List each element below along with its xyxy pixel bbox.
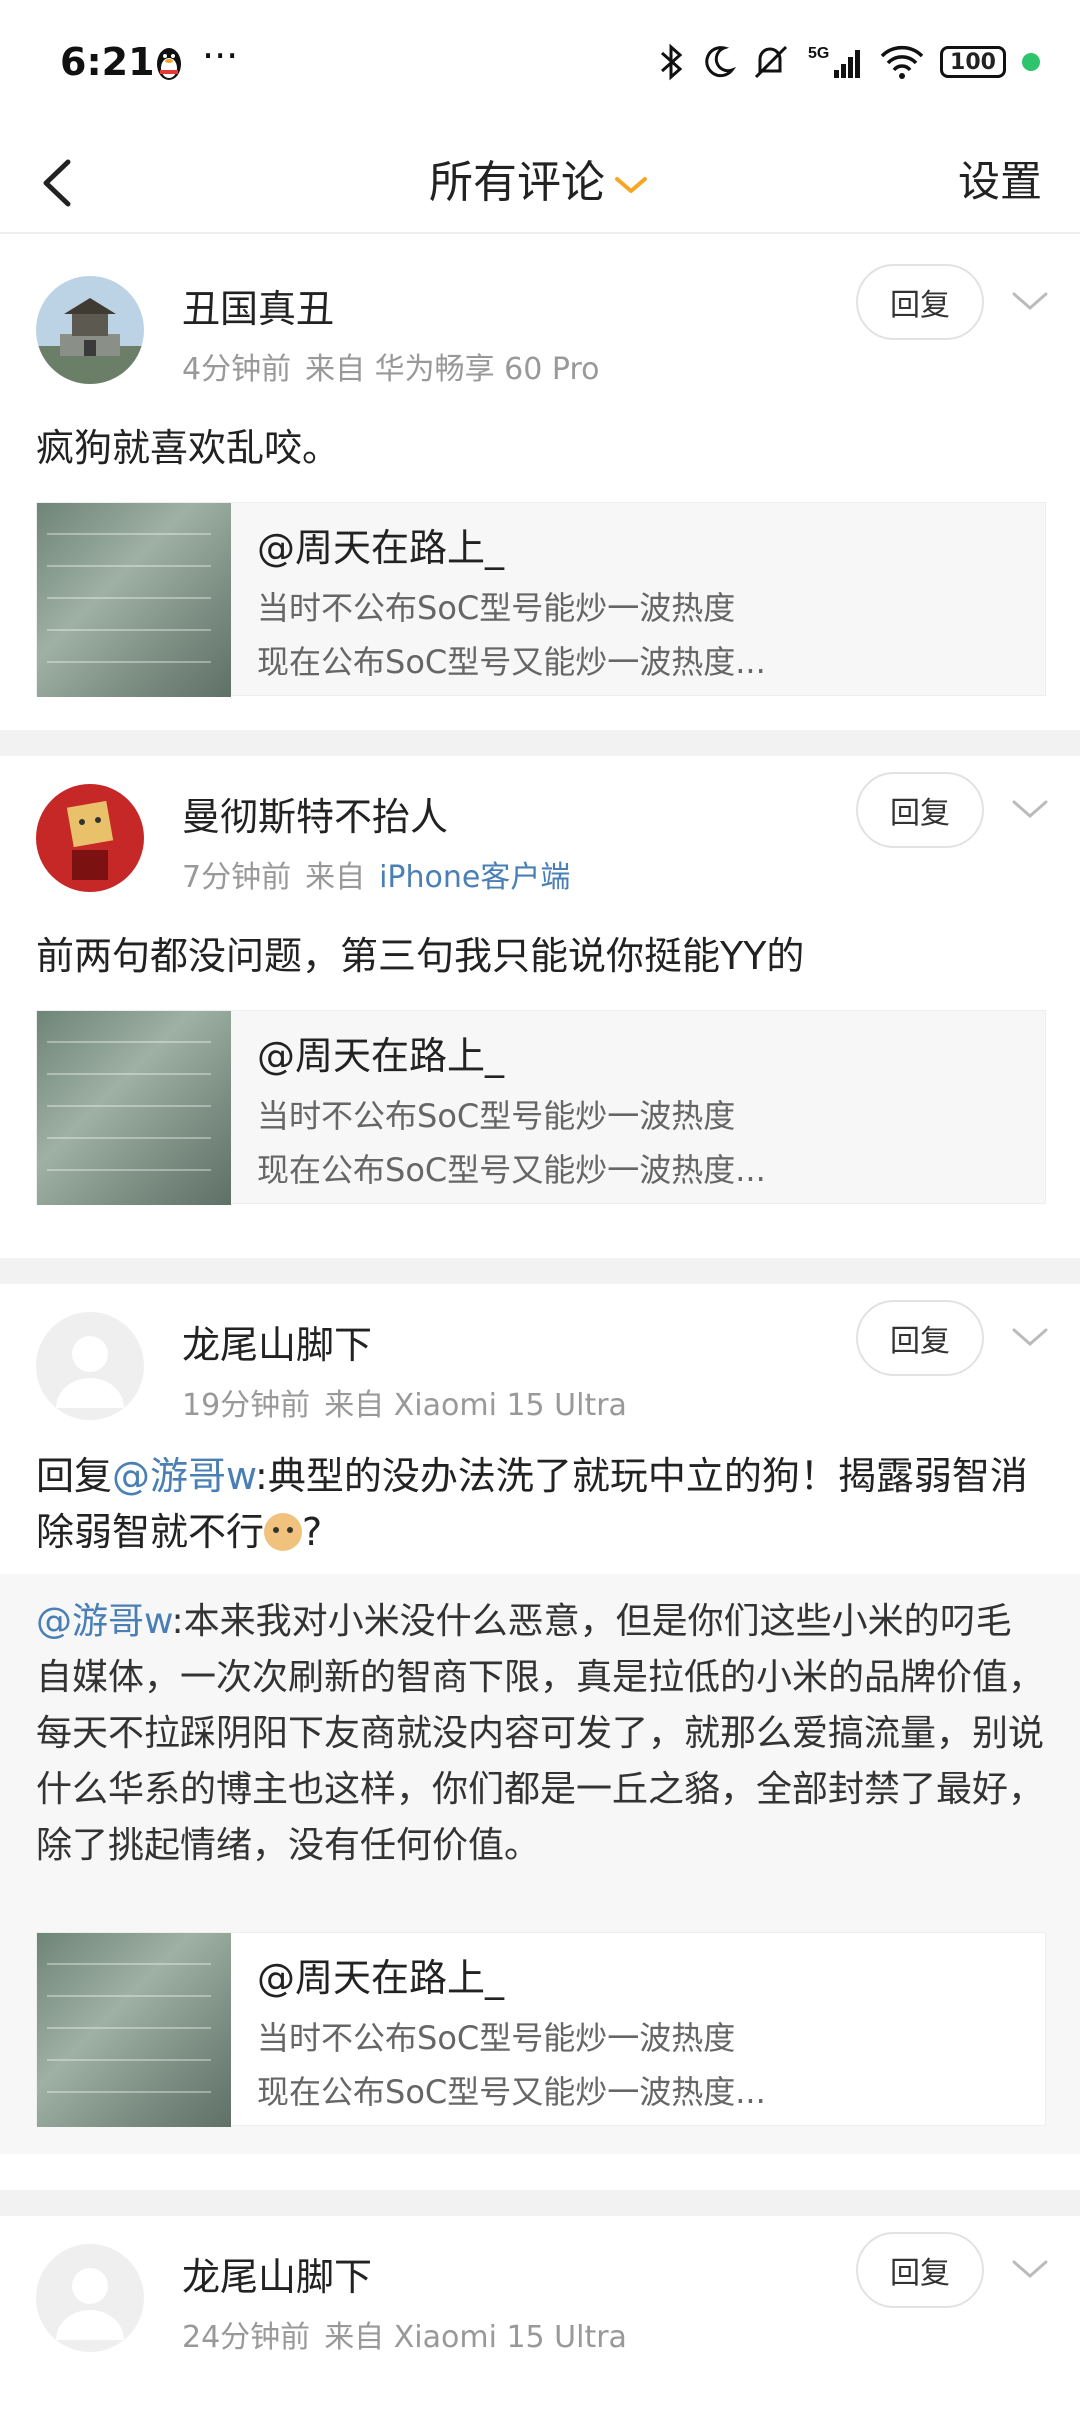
chevron-down-icon[interactable] — [1010, 1322, 1050, 1352]
card-author: @周天在路上_ — [257, 1956, 505, 2000]
source-label: 来自 — [305, 860, 366, 895]
weibo-reference-card[interactable]: @周天在路上_ 当时不公布SoC型号能炒一波热度 现在公布SoC型号又能炒一波热… — [36, 1010, 1046, 1205]
reply-button[interactable]: 回复 — [856, 2232, 984, 2308]
username[interactable]: 丑国真丑 — [182, 278, 334, 333]
divider — [0, 730, 1080, 756]
weibo-reference-card[interactable]: @周天在路上_ 当时不公布SoC型号能炒一波热度 现在公布SoC型号又能炒一波热… — [36, 502, 1046, 697]
timestamp: 4分钟前 — [182, 352, 292, 387]
post-thumbnail — [37, 1011, 231, 1205]
chevron-down-icon[interactable] — [1010, 286, 1050, 316]
comment-text: 疯狗就喜欢乱咬。 — [36, 426, 341, 470]
source-device: 来自 Xiaomi 15 Ultra — [324, 1388, 627, 1423]
card-author: @周天在路上_ — [257, 526, 505, 570]
avatar[interactable] — [36, 276, 144, 384]
comment-meta: 7分钟前 来自 iPhone客户端 — [182, 852, 570, 896]
chevron-down-icon — [615, 177, 647, 193]
wifi-icon — [880, 45, 924, 79]
timestamp: 7分钟前 — [182, 860, 292, 895]
username[interactable]: 龙尾山脚下 — [182, 1314, 372, 1369]
clock: 6:21 — [60, 40, 155, 84]
signal-5g-icon: 5G — [808, 45, 860, 78]
card-author: @周天在路上_ — [257, 1034, 505, 1078]
comment-item: 丑国真丑 4分钟前 来自 华为畅享 60 Pro 回复 疯狗就喜欢乱咬。 @周天在… — [0, 234, 1080, 730]
comment-item: 龙尾山脚下 19分钟前 来自 Xiaomi 15 Ultra 回复 回复@游哥w:… — [0, 1284, 1080, 2190]
battery-indicator: 100 — [940, 46, 1006, 78]
source-device-link[interactable]: iPhone客户端 — [379, 860, 570, 895]
source-device: 来自 华为畅享 60 Pro — [305, 352, 600, 387]
card-text-line: 当时不公布SoC型号能炒一波热度 — [257, 1097, 736, 1135]
moon-icon — [705, 46, 736, 78]
quoted-body: :本来我对小米没什么恶意，但是你们这些小米的叼毛自媒体，一次次刷新的智商下限，真… — [36, 1601, 1045, 1866]
divider — [0, 2190, 1080, 2216]
card-text-line: 当时不公布SoC型号能炒一波热度 — [257, 2019, 736, 2057]
avatar[interactable] — [36, 784, 144, 892]
comment-list: 丑国真丑 4分钟前 来自 华为畅享 60 Pro 回复 疯狗就喜欢乱咬。 @周天在… — [0, 234, 1080, 2426]
page-title: 所有评论 — [429, 157, 605, 208]
reply-button[interactable]: 回复 — [856, 264, 984, 340]
avatar[interactable] — [36, 1312, 144, 1420]
comment-text: 回复@游哥w:典型的没办法洗了就玩中立的狗！揭露弱智消除弱智就不行? — [36, 1448, 1044, 1560]
mute-icon — [754, 45, 788, 79]
quoted-comment[interactable]: @游哥w:本来我对小米没什么恶意，但是你们这些小米的叼毛自媒体，一次次刷新的智商… — [0, 1574, 1080, 2154]
svg-text:5G: 5G — [808, 45, 829, 62]
status-bar: 6:21 ··· 5G 100 — [0, 0, 1080, 130]
timestamp: 24分钟前 — [182, 2320, 311, 2355]
card-text-line: 当时不公布SoC型号能炒一波热度 — [257, 589, 736, 627]
reply-button[interactable]: 回复 — [856, 1300, 984, 1376]
comment-meta: 24分钟前 来自 Xiaomi 15 Ultra — [182, 2312, 627, 2356]
card-text-line: 现在公布SoC型号又能炒一波热度... — [257, 2073, 766, 2111]
card-text-line: 现在公布SoC型号又能炒一波热度... — [257, 643, 766, 681]
source-device: 来自 Xiaomi 15 Ultra — [324, 2320, 627, 2355]
post-thumbnail — [37, 503, 231, 697]
quoted-text: @游哥w:本来我对小米没什么恶意，但是你们这些小米的叼毛自媒体，一次次刷新的智商… — [36, 1594, 1044, 1874]
avatar[interactable] — [36, 2244, 144, 2352]
notification-more: ··· — [202, 34, 239, 78]
mention-link[interactable]: @游哥w — [112, 1454, 255, 1498]
settings-button[interactable]: 设置 — [958, 148, 1042, 209]
top-navigation-bar: 所有评论 设置 — [0, 130, 1080, 234]
username[interactable]: 曼彻斯特不抬人 — [182, 786, 448, 841]
bluetooth-icon — [661, 43, 683, 81]
chevron-down-icon[interactable] — [1010, 794, 1050, 824]
cat-emoji-icon — [264, 1513, 303, 1551]
privacy-indicator-dot — [1022, 53, 1040, 71]
reply-button[interactable]: 回复 — [856, 772, 984, 848]
timestamp: 19分钟前 — [182, 1388, 311, 1423]
comment-meta: 4分钟前 来自 华为畅享 60 Pro — [182, 344, 599, 388]
status-icons: 5G 100 — [658, 42, 1040, 82]
mention-link[interactable]: @游哥w — [36, 1601, 171, 1642]
comment-filter-dropdown[interactable]: 所有评论 — [0, 146, 1080, 210]
comment-suffix: ? — [302, 1510, 323, 1554]
post-thumbnail — [37, 1933, 231, 2127]
card-text-line: 现在公布SoC型号又能炒一波热度... — [257, 1151, 766, 1189]
comment-item: 龙尾山脚下 24分钟前 来自 Xiaomi 15 Ultra 回复 — [0, 2216, 1080, 2426]
weibo-reference-card[interactable]: @周天在路上_ 当时不公布SoC型号能炒一波热度 现在公布SoC型号又能炒一波热… — [36, 1932, 1046, 2127]
divider — [0, 1258, 1080, 1284]
reply-prefix: 回复 — [36, 1454, 113, 1498]
chevron-down-icon[interactable] — [1010, 2254, 1050, 2284]
qq-penguin-icon — [157, 48, 181, 80]
username[interactable]: 龙尾山脚下 — [182, 2246, 372, 2301]
comment-meta: 19分钟前 来自 Xiaomi 15 Ultra — [182, 1380, 627, 1424]
comment-item: 曼彻斯特不抬人 7分钟前 来自 iPhone客户端 回复 前两句都没问题，第三句我只… — [0, 756, 1080, 1258]
comment-text: 前两句都没问题，第三句我只能说你挺能YY的 — [36, 934, 805, 978]
